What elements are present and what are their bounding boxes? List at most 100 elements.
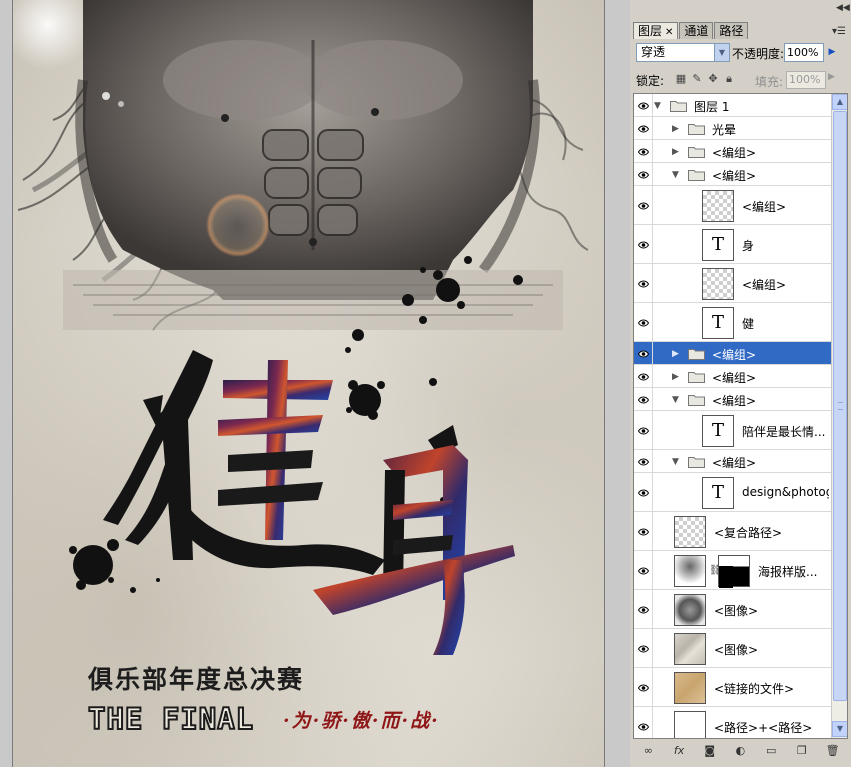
layer-visibility-toggle[interactable]: [634, 264, 653, 302]
scroll-thumb[interactable]: [833, 111, 847, 701]
layer-row[interactable]: ▶ <编组>: [634, 140, 831, 163]
layer-row[interactable]: T身: [634, 225, 831, 264]
opacity-input[interactable]: 100%: [784, 43, 824, 62]
layer-style-icon[interactable]: fx: [671, 743, 687, 759]
layer-thumbnail[interactable]: [674, 554, 706, 587]
layer-row[interactable]: ▼ <编组>: [634, 163, 831, 186]
panel-tabs: 图层 ✕ 通道 路径: [633, 22, 749, 39]
opacity-slider-arrow-icon[interactable]: ▶: [826, 44, 838, 61]
document-canvas-area[interactable]: 俱乐部年度总决赛 THE FINAL ·为·骄·傲·而·战·: [0, 0, 630, 767]
layer-name: <编组>: [712, 371, 757, 385]
layer-row[interactable]: Tdesign&photog...: [634, 473, 831, 512]
blend-mode-select[interactable]: 穿透 ▼: [636, 43, 730, 62]
delete-layer-icon[interactable]: 🗑︎: [825, 743, 841, 759]
text-layer-icon[interactable]: T: [702, 476, 734, 509]
lock-transparency-icon[interactable]: ▦: [675, 73, 687, 85]
fill-slider-arrow-icon[interactable]: ▶: [828, 72, 835, 82]
opacity-label: 不透明度:: [732, 47, 785, 61]
layer-visibility-toggle[interactable]: [634, 388, 653, 410]
layer-row[interactable]: ▼ <编组>: [634, 450, 831, 473]
layer-row[interactable]: ▼ <编组>: [634, 388, 831, 411]
layer-visibility-toggle[interactable]: [634, 707, 653, 738]
tab-channels[interactable]: 通道: [679, 22, 714, 39]
layer-row[interactable]: <链接的文件>: [634, 668, 831, 707]
layer-row[interactable]: <复合路径>: [634, 512, 831, 551]
layer-visibility-toggle[interactable]: [634, 551, 653, 589]
layer-visibility-toggle[interactable]: [634, 411, 653, 449]
layer-name: 光晕: [712, 123, 737, 137]
layer-visibility-toggle[interactable]: [634, 117, 653, 139]
expand-group-icon[interactable]: ▶: [672, 372, 682, 382]
collapse-group-icon[interactable]: ▼: [672, 457, 682, 467]
chevron-down-icon[interactable]: ▼: [714, 44, 729, 61]
layer-visibility-toggle[interactable]: [634, 629, 653, 667]
layer-mask-thumbnail[interactable]: [718, 554, 750, 588]
layer-row[interactable]: <编组>: [634, 186, 831, 225]
layer-visibility-toggle[interactable]: [634, 450, 653, 472]
layer-visibility-toggle[interactable]: [634, 668, 653, 706]
text-layer-icon[interactable]: T: [702, 228, 734, 261]
text-layer-icon[interactable]: T: [702, 414, 734, 447]
folder-icon: [688, 394, 705, 406]
layer-visibility-toggle[interactable]: [634, 186, 653, 224]
layer-row[interactable]: ▼ 图层 1: [634, 94, 831, 117]
add-mask-icon[interactable]: ◙: [702, 743, 718, 759]
expand-group-icon[interactable]: ▶: [672, 349, 682, 359]
lock-all-icon[interactable]: 🔒︎: [723, 73, 735, 85]
layer-visibility-toggle[interactable]: [634, 590, 653, 628]
expand-group-icon[interactable]: ▶: [672, 124, 682, 134]
panel-menu-icon[interactable]: ▾☰: [832, 26, 846, 37]
layer-row[interactable]: T健: [634, 303, 831, 342]
text-layer-icon[interactable]: T: [702, 306, 734, 339]
layer-visibility-toggle[interactable]: [634, 303, 653, 341]
folder-icon: [688, 146, 705, 158]
new-layer-icon[interactable]: ❐: [794, 743, 810, 759]
lock-position-icon[interactable]: ✥: [707, 73, 719, 85]
layer-visibility-toggle[interactable]: [634, 140, 653, 162]
link-layers-icon[interactable]: ∞: [640, 743, 656, 759]
layer-row[interactable]: ⛓ 海报样版...: [634, 551, 831, 590]
layer-row[interactable]: <图像>: [634, 590, 831, 629]
layer-row[interactable]: T 陪伴是最长情...: [634, 411, 831, 450]
layer-visibility-toggle[interactable]: [634, 163, 653, 185]
layer-thumbnail[interactable]: [674, 671, 706, 704]
lock-image-pixels-icon[interactable]: ✎: [691, 73, 703, 85]
layer-thumbnail[interactable]: [674, 515, 706, 548]
scroll-up-icon[interactable]: ▲: [832, 94, 847, 110]
fill-input[interactable]: 100%: [786, 71, 826, 89]
layer-visibility-toggle[interactable]: [634, 365, 653, 387]
close-tab-icon[interactable]: ✕: [665, 27, 673, 38]
layer-thumbnail[interactable]: [674, 593, 706, 626]
tab-paths[interactable]: 路径: [714, 22, 749, 39]
collapse-panel-icon[interactable]: ◀◀: [836, 2, 850, 14]
layer-row[interactable]: ▶ <编组>: [634, 342, 831, 365]
layer-visibility-toggle[interactable]: [634, 473, 653, 511]
layer-row[interactable]: <图像>: [634, 629, 831, 668]
layer-visibility-toggle[interactable]: [634, 512, 653, 550]
poster-artwork[interactable]: 俱乐部年度总决赛 THE FINAL ·为·骄·傲·而·战·: [13, 0, 604, 767]
collapse-group-icon[interactable]: ▼: [672, 395, 682, 405]
layer-visibility-toggle[interactable]: [634, 342, 653, 364]
layer-row[interactable]: <路径>+<路径>: [634, 707, 831, 738]
layer-thumbnail[interactable]: [702, 189, 734, 222]
new-group-icon[interactable]: ▭: [763, 743, 779, 759]
expand-group-icon[interactable]: ▶: [672, 147, 682, 157]
layers-scrollbar[interactable]: ▲ ▼: [831, 94, 847, 738]
layer-name: <图像>: [714, 643, 759, 657]
layer-row[interactable]: ▶ <编组>: [634, 365, 831, 388]
eye-icon: [638, 645, 649, 652]
tab-layers[interactable]: 图层 ✕: [633, 22, 679, 39]
collapse-group-icon[interactable]: ▼: [672, 170, 682, 180]
layers-list[interactable]: ▼ 图层 1 ▶ 光晕 ▶ <编组> ▼ <编组> <编组> T 身 <编组> T 健 ▶ <编组> ▶ <编组>…: [633, 93, 848, 739]
layer-row[interactable]: ▶ 光晕: [634, 117, 831, 140]
layers-bottom-toolbar: ∞ fx ◙ ◐ ▭ ❐ 🗑︎: [633, 740, 848, 762]
collapse-group-icon[interactable]: ▼: [654, 101, 664, 111]
layer-row[interactable]: <编组>: [634, 264, 831, 303]
layer-thumbnail[interactable]: [674, 710, 706, 738]
layer-thumbnail[interactable]: [674, 632, 706, 665]
layer-visibility-toggle[interactable]: [634, 94, 653, 116]
scroll-down-icon[interactable]: ▼: [832, 721, 847, 737]
layer-visibility-toggle[interactable]: [634, 225, 653, 263]
layer-thumbnail[interactable]: [702, 267, 734, 300]
adjustment-layer-icon[interactable]: ◐: [732, 743, 748, 759]
